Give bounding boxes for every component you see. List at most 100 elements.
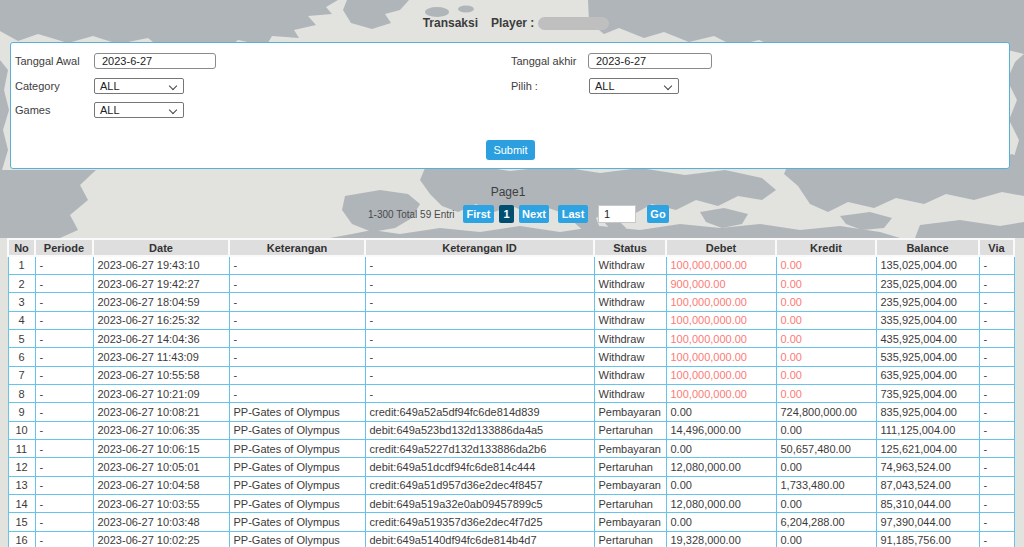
- cell-keterangan: -: [229, 348, 365, 366]
- cell-balance: 91,185,756.00: [876, 531, 979, 547]
- table-row[interactable]: 6 - 2023-06-27 11:43:09 - - Withdraw 100…: [8, 348, 1014, 366]
- chevron-down-icon: [169, 106, 177, 114]
- category-select[interactable]: ALL: [94, 78, 184, 94]
- cell-keterangan: -: [229, 311, 365, 329]
- cell-keterangan-id: -: [365, 329, 594, 347]
- table-row[interactable]: 9 - 2023-06-27 10:08:21 PP-Gates of Olym…: [8, 403, 1014, 421]
- cell-date: 2023-06-27 10:03:48: [93, 513, 229, 531]
- table-row[interactable]: 2 - 2023-06-27 19:42:27 - - Withdraw 900…: [8, 274, 1014, 292]
- cell-keterangan-id: credit:649a52a5df94fc6de814d839: [365, 403, 594, 421]
- cell-debet: 100,000,000.00: [666, 366, 776, 384]
- cell-kredit: 0.00: [776, 348, 876, 366]
- table-row[interactable]: 16 - 2023-06-27 10:02:25 PP-Gates of Oly…: [8, 531, 1014, 547]
- table-header-row: NoPeriodeDateKeteranganKeterangan IDStat…: [8, 239, 1014, 256]
- cell-keterangan-id: credit:649a51d957d36e2dec4f8457: [365, 476, 594, 494]
- table-row[interactable]: 8 - 2023-06-27 10:21:09 - - Withdraw 100…: [8, 384, 1014, 402]
- cell-keterangan-id: -: [365, 366, 594, 384]
- tanggal-awal-input[interactable]: [94, 53, 216, 69]
- go-button[interactable]: Go: [647, 205, 669, 223]
- cell-balance: 235,925,004.00: [876, 293, 979, 311]
- cell-keterangan: -: [229, 366, 365, 384]
- page-number-input[interactable]: [598, 205, 636, 223]
- cell-kredit: 0.00: [776, 256, 876, 274]
- cell-no: 12: [8, 458, 35, 476]
- cell-no: 7: [8, 366, 35, 384]
- last-page-button[interactable]: Last: [558, 205, 588, 223]
- cell-periode: -: [35, 531, 93, 547]
- table-row[interactable]: 13 - 2023-06-27 10:04:58 PP-Gates of Oly…: [8, 476, 1014, 494]
- table-row[interactable]: 5 - 2023-06-27 14:04:36 - - Withdraw 100…: [8, 329, 1014, 347]
- cell-status: Pembayaran: [594, 403, 666, 421]
- category-select-value: ALL: [100, 80, 120, 92]
- cell-keterangan-id: debit:649a519a32e0ab09457899c5: [365, 494, 594, 512]
- table-row[interactable]: 1 - 2023-06-27 19:43:10 - - Withdraw 100…: [8, 256, 1014, 274]
- column-header-periode: Periode: [35, 239, 93, 256]
- chevron-down-icon: [664, 82, 672, 90]
- filter-panel: Tanggal Awal Tanggal akhir Category ALL …: [10, 42, 1010, 169]
- cell-via: -: [979, 256, 1014, 274]
- cell-keterangan: PP-Gates of Olympus: [229, 476, 365, 494]
- cell-no: 2: [8, 274, 35, 292]
- cell-no: 10: [8, 421, 35, 439]
- column-header-no: No: [8, 239, 35, 256]
- cell-keterangan: -: [229, 293, 365, 311]
- cell-no: 5: [8, 329, 35, 347]
- category-label: Category: [15, 80, 60, 92]
- cell-periode: -: [35, 458, 93, 476]
- cell-periode: -: [35, 348, 93, 366]
- cell-date: 2023-06-27 10:21:09: [93, 384, 229, 402]
- cell-no: 1: [8, 256, 35, 274]
- cell-kredit: 50,657,480.00: [776, 439, 876, 457]
- cell-date: 2023-06-27 10:05:01: [93, 458, 229, 476]
- next-page-button[interactable]: Next: [519, 205, 549, 223]
- cell-via: -: [979, 293, 1014, 311]
- column-header-balance: Balance: [876, 239, 979, 256]
- cell-no: 11: [8, 439, 35, 457]
- cell-periode: -: [35, 439, 93, 457]
- cell-keterangan-id: credit:649a5227d132d133886da2b6: [365, 439, 594, 457]
- cell-keterangan: -: [229, 329, 365, 347]
- table-row[interactable]: 14 - 2023-06-27 10:03:55 PP-Gates of Oly…: [8, 494, 1014, 512]
- table-row[interactable]: 12 - 2023-06-27 10:05:01 PP-Gates of Oly…: [8, 458, 1014, 476]
- cell-debet: 0.00: [666, 513, 776, 531]
- tanggal-akhir-input[interactable]: [588, 53, 712, 69]
- cell-kredit: 0.00: [776, 311, 876, 329]
- table-row[interactable]: 7 - 2023-06-27 10:55:58 - - Withdraw 100…: [8, 366, 1014, 384]
- cell-balance: 435,925,004.00: [876, 329, 979, 347]
- games-select[interactable]: ALL: [94, 102, 184, 118]
- cell-no: 14: [8, 494, 35, 512]
- pilih-label: Pilih :: [511, 80, 538, 92]
- cell-periode: -: [35, 311, 93, 329]
- cell-status: Withdraw: [594, 384, 666, 402]
- table-row[interactable]: 4 - 2023-06-27 16:25:32 - - Withdraw 100…: [8, 311, 1014, 329]
- cell-no: 9: [8, 403, 35, 421]
- cell-date: 2023-06-27 10:06:35: [93, 421, 229, 439]
- current-page-button[interactable]: 1: [499, 205, 514, 223]
- cell-periode: -: [35, 366, 93, 384]
- cell-balance: 85,310,044.00: [876, 494, 979, 512]
- cell-kredit: 0.00: [776, 458, 876, 476]
- cell-keterangan-id: debit:649a51dcdf94fc6de814c444: [365, 458, 594, 476]
- cell-kredit: 724,800,000.00: [776, 403, 876, 421]
- player-label: Player :: [491, 16, 534, 30]
- cell-kredit: 6,204,288.00: [776, 513, 876, 531]
- cell-date: 2023-06-27 16:25:32: [93, 311, 229, 329]
- cell-keterangan-id: -: [365, 348, 594, 366]
- cell-via: -: [979, 421, 1014, 439]
- table-row[interactable]: 10 - 2023-06-27 10:06:35 PP-Gates of Oly…: [8, 421, 1014, 439]
- cell-no: 16: [8, 531, 35, 547]
- table-row[interactable]: 15 - 2023-06-27 10:03:48 PP-Gates of Oly…: [8, 513, 1014, 531]
- cell-debet: 0.00: [666, 476, 776, 494]
- table-row[interactable]: 3 - 2023-06-27 18:04:59 - - Withdraw 100…: [8, 293, 1014, 311]
- games-select-value: ALL: [100, 104, 120, 116]
- cell-kredit: 0.00: [776, 494, 876, 512]
- cell-keterangan-id: debit:649a5140df94fc6de814b4d7: [365, 531, 594, 547]
- table-row[interactable]: 11 - 2023-06-27 10:06:15 PP-Gates of Oly…: [8, 439, 1014, 457]
- cell-status: Withdraw: [594, 348, 666, 366]
- submit-button[interactable]: Submit: [486, 140, 535, 160]
- cell-balance: 125,621,004.00: [876, 439, 979, 457]
- pilih-select[interactable]: ALL: [589, 78, 679, 94]
- cell-debet: 100,000,000.00: [666, 256, 776, 274]
- first-page-button[interactable]: First: [463, 205, 494, 223]
- page-number-label: Page1: [0, 185, 1020, 199]
